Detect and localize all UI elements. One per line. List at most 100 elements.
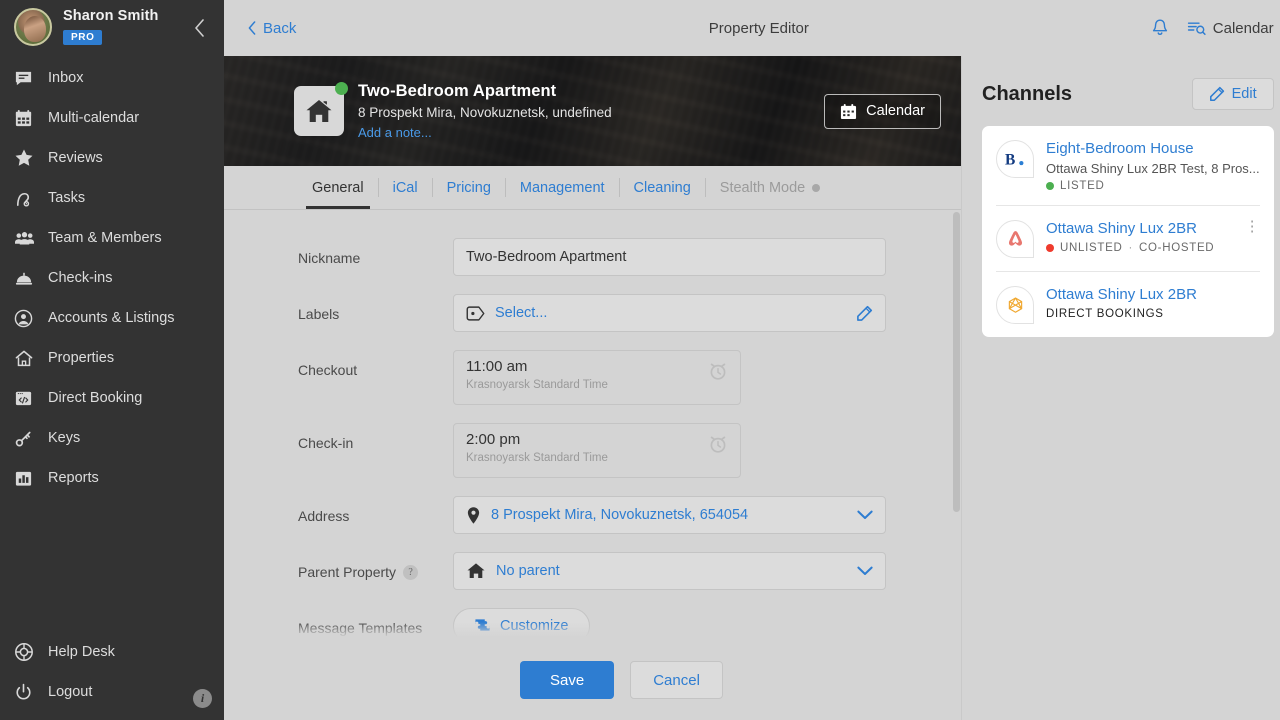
checkin-time-value: 2:00 pm	[466, 431, 521, 448]
checkout-time-field[interactable]: 11:00 am Krasnoyarsk Standard Time	[453, 350, 741, 405]
pro-badge: PRO	[63, 29, 103, 45]
cancel-button[interactable]: Cancel	[630, 661, 723, 699]
channel-subtitle: Ottawa Shiny Lux 2BR Test, 8 Pros...	[1046, 161, 1260, 176]
status-label: DIRECT BOOKINGS	[1046, 308, 1164, 320]
tab-ical[interactable]: iCal	[379, 166, 432, 209]
chevron-left-icon[interactable]	[188, 17, 210, 39]
checkout-timezone: Krasnoyarsk Standard Time	[466, 379, 608, 392]
power-icon	[14, 683, 44, 702]
channel-body: Eight-Bedroom House Ottawa Shiny Lux 2BR…	[1046, 140, 1260, 192]
airbnb-icon	[996, 220, 1034, 258]
add-note-link[interactable]: Add a note...	[358, 125, 612, 141]
sidebar-item-label: Help Desk	[48, 644, 115, 660]
sidebar-item-logout[interactable]: Logout	[0, 672, 224, 712]
topbar: Back Property Editor Calendar	[224, 0, 1280, 56]
tab-general[interactable]: General	[298, 166, 378, 209]
field-label: Labels	[298, 306, 340, 322]
address-select[interactable]: 8 Prospekt Mira, Novokuznetsk, 654054	[453, 496, 886, 534]
sidebar-item-label: Accounts & Listings	[48, 310, 175, 326]
channel-name[interactable]: Eight-Bedroom House	[1046, 140, 1260, 158]
checkin-timezone: Krasnoyarsk Standard Time	[466, 452, 608, 465]
sidebar-item-help-desk[interactable]: Help Desk	[0, 632, 224, 672]
pencil-icon[interactable]	[856, 305, 873, 322]
form-scrollbar-thumb[interactable]	[953, 212, 960, 512]
checkin-time-field[interactable]: 2:00 pm Krasnoyarsk Standard Time	[453, 423, 741, 478]
sidebar-item-direct-booking[interactable]: Direct Booking	[0, 378, 224, 418]
sidebar-item-tasks[interactable]: Tasks	[0, 178, 224, 218]
hero-calendar-button[interactable]: Calendar	[824, 93, 941, 129]
calendar-button[interactable]: Calendar	[1187, 20, 1274, 37]
sidebar-item-label: Direct Booking	[48, 390, 143, 406]
bell-desk-icon	[14, 269, 44, 288]
chevron-down-icon[interactable]	[857, 566, 873, 576]
parent-property-label: Parent Property	[298, 564, 397, 580]
map-pin-icon	[466, 506, 481, 525]
nickname-input[interactable]: Two-Bedroom Apartment	[453, 238, 886, 276]
help-question-icon[interactable]: ?	[403, 564, 419, 580]
channels-edit-button[interactable]: Edit	[1191, 78, 1274, 110]
customize-templates-button[interactable]: Customize	[453, 608, 590, 640]
status-separator: ·	[1128, 242, 1134, 254]
tab-pricing[interactable]: Pricing	[433, 166, 505, 209]
save-button[interactable]: Save	[520, 661, 615, 699]
sidebar-item-reports[interactable]: Reports	[0, 458, 224, 498]
puzzle-icon	[474, 618, 491, 634]
lifebuoy-icon	[14, 642, 44, 662]
list-item[interactable]: Ottawa Shiny Lux 2BR DIRECT BOOKINGS	[996, 272, 1260, 337]
channel-body: Ottawa Shiny Lux 2BR UNLISTED · CO-HOSTE…	[1046, 220, 1245, 258]
status-dot	[1046, 244, 1054, 252]
star-icon	[14, 148, 44, 168]
channel-name[interactable]: Ottawa Shiny Lux 2BR	[1046, 286, 1260, 304]
field-control: Select...	[453, 294, 886, 332]
field-label: Check-in	[298, 435, 354, 451]
code-window-icon	[14, 389, 44, 408]
channels-list: B Eight-Bedroom House Ottawa Shiny Lux 2…	[982, 126, 1274, 337]
info-badge[interactable]: i	[193, 689, 212, 708]
status-badge: LISTED	[1046, 180, 1260, 192]
bar-chart-icon	[14, 469, 44, 488]
field-label: Message Templates	[298, 620, 423, 636]
sidebar-item-label: Logout	[48, 684, 93, 700]
calendar-icon	[840, 103, 857, 120]
home-outline-icon	[14, 349, 44, 368]
editor-footer: Save Cancel	[224, 640, 961, 720]
sidebar-item-keys[interactable]: Keys	[0, 418, 224, 458]
address-value: 8 Prospekt Mira, Novokuznetsk, 654054	[491, 507, 749, 523]
sidebar-item-inbox[interactable]: Inbox	[0, 58, 224, 98]
sidebar-item-reviews[interactable]: Reviews	[0, 138, 224, 178]
field-label: Parent Property ?	[298, 552, 453, 580]
parent-property-select[interactable]: No parent	[453, 552, 886, 590]
sidebar-item-properties[interactable]: Properties	[0, 338, 224, 378]
field-control: Customize	[453, 608, 886, 640]
field-control: 2:00 pm Krasnoyarsk Standard Time	[453, 423, 886, 478]
chevron-left-icon	[248, 21, 256, 35]
form-fields: Nickname Two-Bedroom Apartment Labels Se…	[224, 210, 952, 640]
sidebar-user-block[interactable]: Sharon Smith PRO	[0, 0, 224, 56]
more-options-icon[interactable]: ⋮	[1245, 219, 1260, 258]
form-scrollbar[interactable]	[952, 210, 961, 640]
channels-panel: Channels Edit B Eight-Bedroom House Otta…	[961, 56, 1280, 720]
sidebar-item-label: Properties	[48, 350, 115, 366]
labels-select[interactable]: Select...	[453, 294, 886, 332]
status-dot	[335, 82, 348, 95]
list-item[interactable]: B Eight-Bedroom House Ottawa Shiny Lux 2…	[996, 126, 1260, 206]
sidebar-item-check-ins[interactable]: Check-ins	[0, 258, 224, 298]
sidebar-item-team-members[interactable]: Team & Members	[0, 218, 224, 258]
alarm-clock-icon	[708, 361, 728, 381]
sidebar-nav: Inbox Multi-calendar Reviews Tasks Team …	[0, 58, 224, 498]
field-control: No parent	[453, 552, 886, 590]
back-button[interactable]: Back	[248, 20, 296, 37]
tab-cleaning[interactable]: Cleaning	[620, 166, 705, 209]
stealth-mode-dot-icon	[812, 183, 821, 192]
list-item[interactable]: Ottawa Shiny Lux 2BR UNLISTED · CO-HOSTE…	[996, 206, 1260, 272]
sidebar-item-accounts-listings[interactable]: Accounts & Listings	[0, 298, 224, 338]
property-thumbnail[interactable]	[294, 82, 348, 136]
sidebar-bottom: Help Desk Logout i	[0, 632, 224, 720]
notification-bell-icon[interactable]	[1151, 18, 1169, 38]
sidebar-item-label: Multi-calendar	[48, 110, 140, 126]
sidebar-item-multi-calendar[interactable]: Multi-calendar	[0, 98, 224, 138]
chevron-down-icon[interactable]	[857, 510, 873, 520]
channel-name[interactable]: Ottawa Shiny Lux 2BR	[1046, 220, 1245, 238]
tab-management[interactable]: Management	[506, 166, 619, 209]
nickname-value: Two-Bedroom Apartment	[466, 249, 627, 265]
